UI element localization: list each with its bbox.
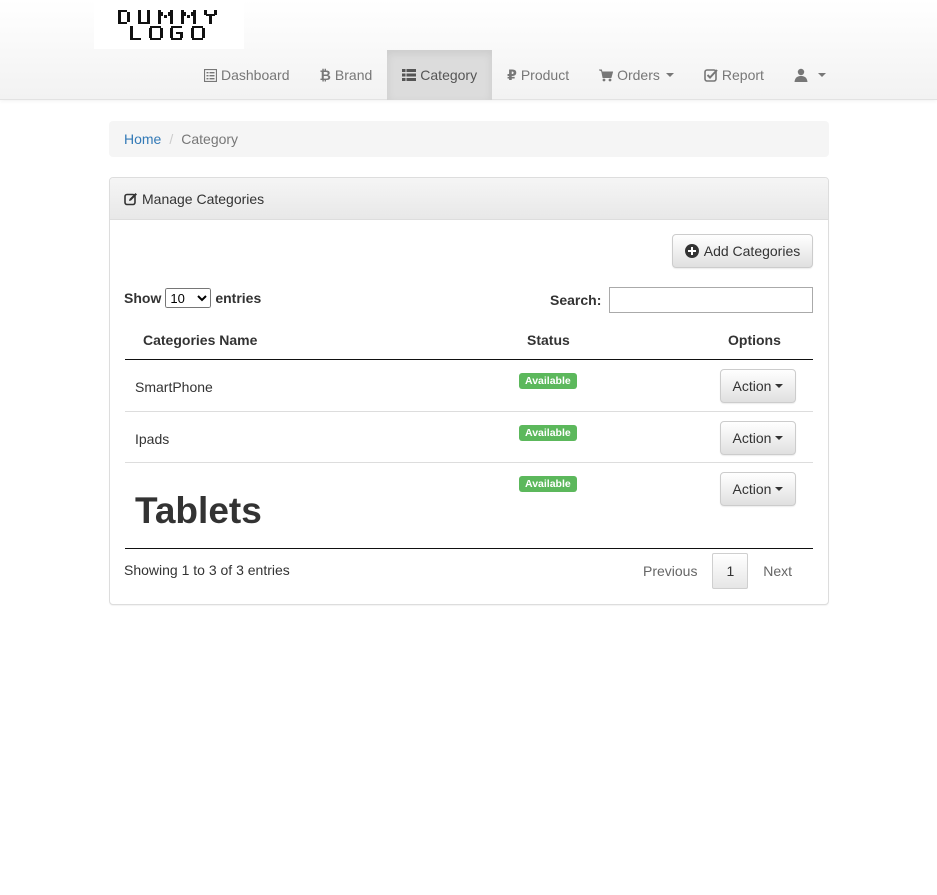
nav-category[interactable]: Category [387,50,493,100]
check-square-icon [704,68,718,82]
brand-logo[interactable] [94,0,244,49]
action-label: Action [732,430,772,446]
top-navbar: Dashboard ₿ Brand Category ₽ Product Ord… [0,0,937,100]
pagination: Previous 1 Next [628,553,807,589]
action-label: Action [732,378,772,394]
entries-select[interactable]: 10 [165,288,212,308]
breadcrumb-current: Category [181,131,239,147]
search-input[interactable] [609,287,814,313]
action-label: Action [732,481,772,497]
status-badge: Available [519,373,577,389]
breadcrumb-home-link[interactable]: Home [124,131,161,147]
column-header-name[interactable]: Categories Name [143,332,257,348]
pagination-page-current[interactable]: 1 [712,553,749,589]
breadcrumb: Home / Category [109,121,829,157]
chevron-down-icon [665,73,674,77]
status-badge: Available [519,425,577,441]
nav-category-label: Category [420,67,478,83]
manage-categories-panel: Manage Categories Add Categories Show 10… [109,177,829,605]
chevron-down-icon [775,436,784,440]
add-categories-label: Add Categories [703,243,801,259]
category-name: Ipads [135,431,170,447]
entries-length-control: Show 10 entries [124,288,261,308]
nav-report-label: Report [721,67,764,83]
pagination-previous[interactable]: Previous [628,553,712,589]
action-dropdown-button[interactable]: Action [720,472,796,506]
action-dropdown-button[interactable]: Action [720,369,796,403]
bitcoin-icon: ₿ [319,67,331,83]
show-label: Show [124,290,162,306]
action-dropdown-button[interactable]: Action [720,421,796,455]
nav-orders-label: Orders [617,67,660,83]
column-header-status[interactable]: Status [527,332,570,348]
nav-brand-label: Brand [334,67,373,83]
table-row: Tablets Available Action [125,463,813,549]
table-header: Categories Name Status Options [125,319,813,360]
nav-user-menu[interactable] [779,50,841,100]
list-alt-icon [204,68,217,82]
table-info: Showing 1 to 3 of 3 entries [124,562,290,578]
chevron-down-icon [775,487,784,491]
nav-orders[interactable]: Orders [584,50,689,100]
category-name: Tablets [135,490,262,531]
chevron-down-icon [817,73,826,77]
nav-product[interactable]: ₽ Product [492,50,584,100]
plus-circle-icon [684,244,699,258]
nav-report[interactable]: Report [689,50,779,100]
edit-icon [124,192,138,206]
search-control: Search: [550,287,814,313]
pagination-next[interactable]: Next [748,553,807,589]
category-name: SmartPhone [135,379,213,395]
panel-title: Manage Categories [142,190,265,207]
table-row: Ipads Available Action [125,412,813,463]
status-badge: Available [519,476,577,492]
entries-label: entries [215,290,262,306]
th-list-icon [402,69,417,81]
nav-brand[interactable]: ₿ Brand [305,50,388,100]
panel-heading: Manage Categories [110,178,828,220]
ruble-icon: ₽ [507,66,517,83]
breadcrumb-separator: / [169,131,174,147]
main-nav: Dashboard ₿ Brand Category ₽ Product Ord… [189,50,841,100]
cart-icon [599,69,614,82]
logo-image [118,10,217,40]
chevron-down-icon [775,384,784,388]
search-label: Search: [550,292,602,308]
nav-product-label: Product [520,67,570,83]
user-icon [794,68,808,82]
nav-dashboard-label: Dashboard [221,67,290,83]
column-header-options: Options [728,332,781,348]
add-categories-button[interactable]: Add Categories [672,234,813,268]
nav-dashboard[interactable]: Dashboard [189,50,305,100]
table-row: SmartPhone Available Action [125,360,813,412]
